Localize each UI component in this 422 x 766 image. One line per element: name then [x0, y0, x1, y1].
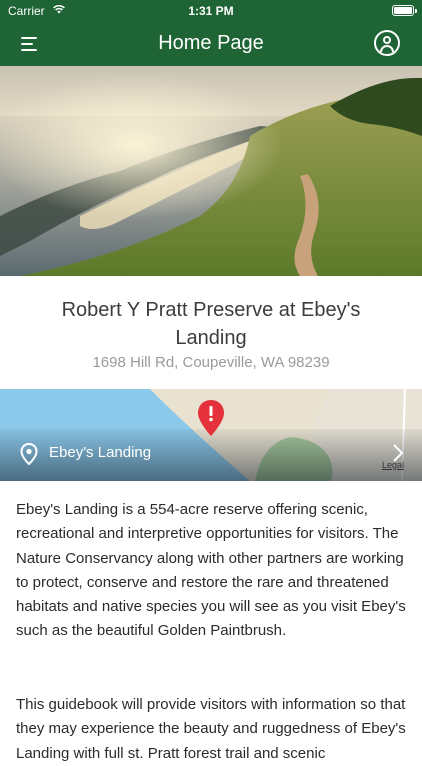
- status-time: 1:31 PM: [188, 4, 234, 18]
- place-title: Robert Y Pratt Preserve at Ebey's Landin…: [61, 299, 361, 349]
- battery-icon: [392, 5, 417, 16]
- description-paragraph-2: This guidebook will provide visitors wit…: [16, 696, 406, 762]
- map-location-label: Ebey's Landing: [49, 444, 152, 461]
- location-pin-icon: [20, 443, 38, 465]
- map-legal-link[interactable]: Legal: [382, 460, 404, 470]
- map-marker-icon[interactable]: [197, 400, 225, 436]
- hero-image: [0, 66, 422, 276]
- user-circle-icon[interactable]: [374, 30, 400, 56]
- status-bar: Carrier 1:31 PM: [0, 0, 422, 22]
- app-header: Carrier 1:31 PM Home Page: [0, 0, 422, 66]
- place-address: 1698 Hill Rd, Coupeville, WA 98239: [92, 354, 330, 371]
- navigation-bar: Home Page: [0, 22, 422, 66]
- page-title: Home Page: [158, 32, 264, 54]
- description-paragraph: Ebey's Landing is a 554-acre reserve off…: [16, 501, 406, 640]
